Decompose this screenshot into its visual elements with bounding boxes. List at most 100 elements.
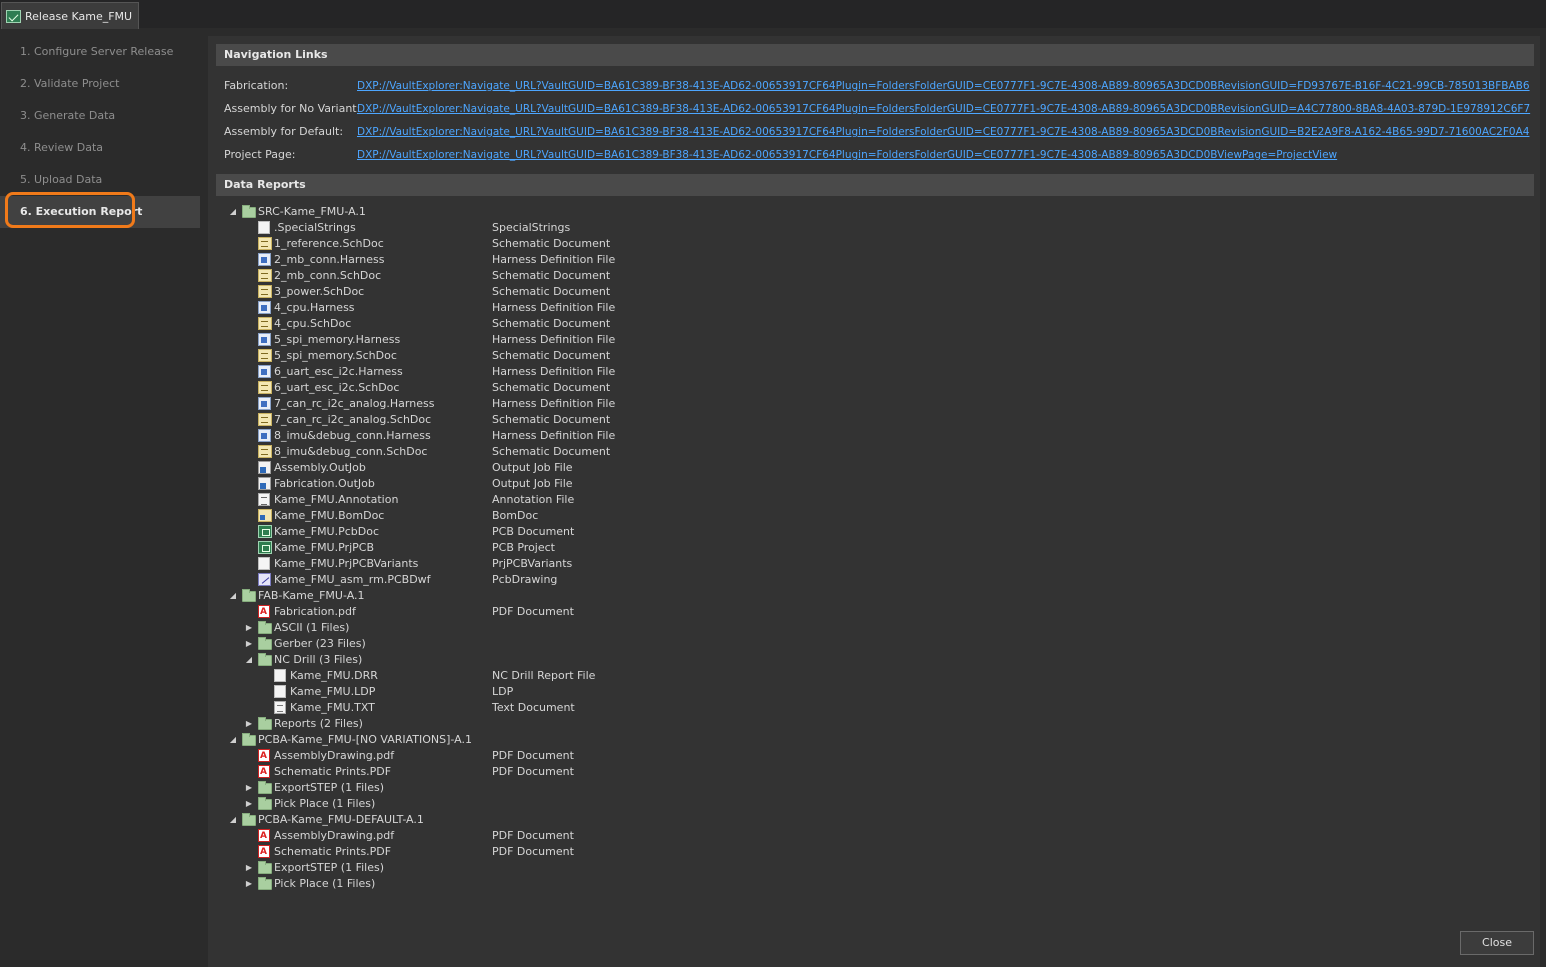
nav-link-fabrication[interactable]: DXP://VaultExplorer:Navigate_URL?VaultGU… — [357, 80, 1530, 92]
tree-item-name: Kame_FMU.PrjPCB — [274, 541, 374, 554]
collapse-arrow-icon[interactable]: ◢ — [244, 652, 254, 668]
expand-arrow-icon[interactable]: ▶ — [244, 876, 254, 892]
tree-item-name: 8_imu&debug_conn.SchDoc — [274, 445, 428, 458]
tree-item-name: FAB-Kame_FMU-A.1 — [258, 589, 365, 602]
pdf-icon — [258, 828, 270, 844]
tree-item-name: Kame_FMU.BomDoc — [274, 509, 385, 522]
file-icon — [258, 221, 270, 234]
tree-item-type: PCB Document — [492, 525, 575, 538]
schematic-icon — [258, 413, 272, 426]
tree-item-type: Schematic Document — [492, 317, 611, 330]
tree-item-name: Fabrication.OutJob — [274, 477, 375, 490]
outjob-icon — [258, 461, 271, 474]
schematic-icon — [258, 445, 272, 458]
folder-icon — [242, 205, 256, 218]
tree-item-type: Harness Definition File — [492, 365, 616, 378]
title-bar: Release Kame_FMU — [0, 0, 1546, 29]
step-sidebar: 1. Configure Server Release 2. Validate … — [0, 36, 200, 967]
nav-row-assembly-no-variant: Assembly for No Variant:DXP://VaultExplo… — [224, 101, 1530, 117]
step-review-data[interactable]: 4. Review Data — [0, 132, 200, 164]
pdf-icon — [258, 844, 270, 860]
tree-item-name: 3_power.SchDoc — [274, 285, 365, 298]
tree-item-name: Kame_FMU.PrjPCBVariants — [274, 557, 419, 570]
close-button[interactable]: Close — [1460, 931, 1534, 955]
tree-item-type: Harness Definition File — [492, 301, 616, 314]
folder-icon — [258, 861, 272, 874]
nav-link-assembly-no-variant[interactable]: DXP://VaultExplorer:Navigate_URL?VaultGU… — [357, 103, 1530, 115]
tree-item-type: PDF Document — [492, 605, 574, 618]
expand-arrow-icon[interactable]: ▶ — [244, 860, 254, 876]
tree-item-type: LDP — [492, 685, 514, 698]
tree-item-type: Harness Definition File — [492, 253, 616, 266]
tree-item-name: 6_uart_esc_i2c.SchDoc — [274, 381, 400, 394]
collapse-arrow-icon[interactable]: ◢ — [228, 812, 238, 828]
nav-label: Project Page: — [224, 148, 296, 161]
tree-item-type: BomDoc — [492, 509, 539, 522]
tree-item-type: Schematic Document — [492, 381, 611, 394]
harness-icon — [258, 429, 271, 442]
tree-item-name: SRC-Kame_FMU-A.1 — [258, 205, 366, 218]
nav-row-fabrication: Fabrication: DXP://VaultExplorer:Navigate… — [224, 78, 1530, 94]
collapse-arrow-icon[interactable]: ◢ — [228, 732, 238, 748]
tree-item-name: Kame_FMU.PcbDoc — [274, 525, 380, 538]
tree-item-name: 2_mb_conn.SchDoc — [274, 269, 382, 282]
tree-item-name: 8_imu&debug_conn.Harness — [274, 429, 431, 442]
tree-item-name: Kame_FMU.DRR — [290, 669, 378, 682]
pcb-icon — [258, 525, 272, 538]
harness-icon — [258, 253, 271, 266]
tree-item-type: Schematic Document — [492, 349, 611, 362]
pdf-icon — [258, 604, 270, 620]
tree-item-name: Gerber (23 Files) — [274, 637, 366, 650]
main-panel: Navigation Links Fabrication: DXP://Vault… — [208, 36, 1546, 967]
annotation-icon — [258, 493, 270, 506]
expand-arrow-icon[interactable]: ▶ — [244, 796, 254, 812]
tree-item-name: ASCII (1 Files) — [274, 621, 350, 634]
tree-item-name: 4_cpu.SchDoc — [274, 317, 352, 330]
folder-icon — [258, 653, 272, 666]
tree-item-name: .SpecialStrings — [274, 221, 356, 234]
tree-item-type: Output Job File — [492, 461, 573, 474]
expand-arrow-icon[interactable]: ▶ — [244, 716, 254, 732]
tree-item-name: 5_spi_memory.Harness — [274, 333, 401, 346]
tree-item-name: 1_reference.SchDoc — [274, 237, 384, 250]
navigation-links-header: Navigation Links — [216, 44, 1534, 66]
tree-item-name: 6_uart_esc_i2c.Harness — [274, 365, 403, 378]
document-tab[interactable]: Release Kame_FMU — [1, 2, 140, 29]
tree-item-name: Schematic Prints.PDF — [274, 845, 392, 858]
tree-item-name: AssemblyDrawing.pdf — [274, 749, 395, 762]
nav-row-project-page: Project Page: DXP://VaultExplorer:Navigat… — [224, 147, 1337, 163]
pdf-icon — [258, 764, 270, 780]
tree-item-name: NC Drill (3 Files) — [274, 653, 363, 666]
expand-arrow-icon[interactable]: ▶ — [244, 636, 254, 652]
tree-item-type: PrjPCBVariants — [492, 557, 573, 570]
collapse-arrow-icon[interactable]: ◢ — [228, 204, 238, 220]
tree-item-name: 5_spi_memory.SchDoc — [274, 349, 397, 362]
nav-link-assembly-default[interactable]: DXP://VaultExplorer:Navigate_URL?VaultGU… — [357, 126, 1529, 138]
tree-item-type: Harness Definition File — [492, 429, 616, 442]
collapse-arrow-icon[interactable]: ◢ — [228, 588, 238, 604]
folder-icon — [258, 637, 272, 650]
tree-item-name: Kame_FMU.LDP — [290, 685, 376, 698]
outjob-icon — [258, 477, 271, 490]
drawing-icon — [258, 573, 271, 586]
step-generate-data[interactable]: 3. Generate Data — [0, 100, 200, 132]
tree-item-type: Annotation File — [492, 493, 575, 506]
tree-item-type: Schematic Document — [492, 285, 611, 298]
nav-label: Assembly for Default: — [224, 125, 344, 138]
tree-item-type: PDF Document — [492, 765, 574, 778]
text-file-icon — [274, 701, 286, 714]
tree-item-type: Harness Definition File — [492, 333, 616, 346]
pcb-icon — [258, 541, 272, 554]
nav-label: Assembly for No Variant: — [224, 102, 361, 115]
step-configure-server-release[interactable]: 1. Configure Server Release — [0, 36, 200, 68]
nav-link-project-page[interactable]: DXP://VaultExplorer:Navigate_URL?VaultGU… — [357, 149, 1337, 161]
expand-arrow-icon[interactable]: ▶ — [244, 780, 254, 796]
tree-item-name: Kame_FMU.Annotation — [274, 493, 399, 506]
schematic-icon — [258, 237, 272, 250]
harness-icon — [258, 333, 271, 346]
step-validate-project[interactable]: 2. Validate Project — [0, 68, 200, 100]
tree-item-type: PDF Document — [492, 845, 574, 858]
expand-arrow-icon[interactable]: ▶ — [244, 620, 254, 636]
schematic-icon — [258, 381, 272, 394]
tree-item-type: PcbDrawing — [492, 573, 558, 586]
